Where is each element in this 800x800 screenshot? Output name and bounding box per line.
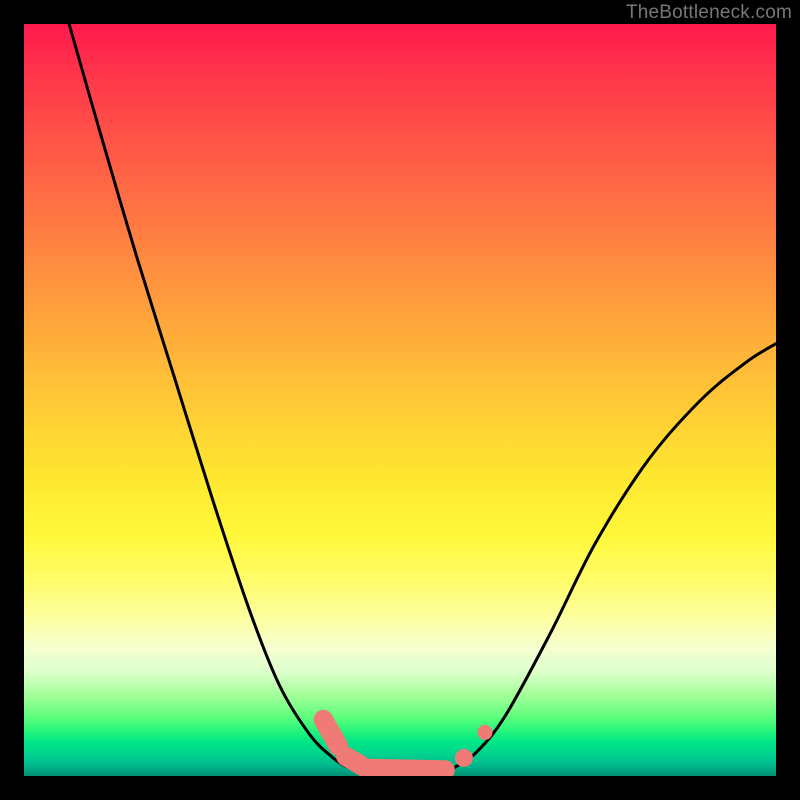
marker-dot <box>455 749 473 767</box>
plot-area <box>24 24 776 776</box>
marker-dot <box>477 725 492 740</box>
marker-capsule <box>366 768 445 770</box>
watermark-text: TheBottleneck.com <box>626 2 792 24</box>
bottleneck-curve <box>69 24 776 772</box>
bottleneck-curve-chart <box>24 24 776 776</box>
marker-capsule <box>323 720 338 746</box>
outer-frame: TheBottleneck.com <box>0 0 800 800</box>
